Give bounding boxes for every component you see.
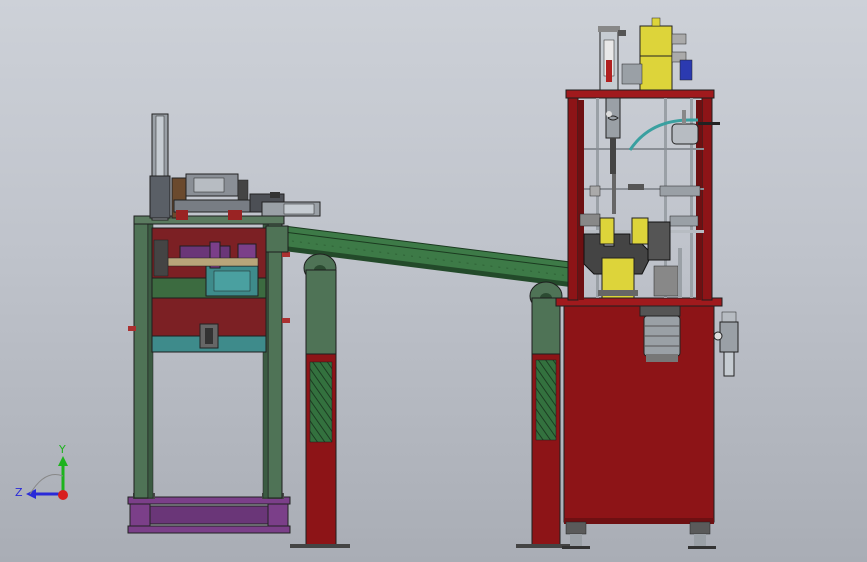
left-base — [127, 493, 291, 534]
y-axis-label: Y — [59, 443, 66, 456]
y-axis-arrow — [58, 456, 68, 466]
left-post-outer — [133, 221, 149, 499]
assembly-drawing — [26, 17, 739, 549]
right-machine-frame[interactable] — [555, 89, 723, 549]
left-press-frame[interactable] — [127, 113, 321, 534]
x-axis-dot — [58, 490, 68, 500]
motor[interactable] — [639, 305, 681, 362]
right-post-outer — [267, 221, 283, 499]
conveyor-support-left — [290, 253, 350, 548]
top-cylinder-assembly — [149, 113, 321, 221]
z-axis-arrow — [26, 489, 36, 499]
filter-regulator[interactable] — [713, 311, 739, 377]
machine-cabinet — [563, 299, 715, 523]
yellow-cylinder — [639, 25, 673, 91]
z-axis-label: Z — [15, 486, 23, 499]
cad-viewport[interactable]: Y Z — [0, 0, 867, 562]
axis-triad — [26, 456, 68, 500]
